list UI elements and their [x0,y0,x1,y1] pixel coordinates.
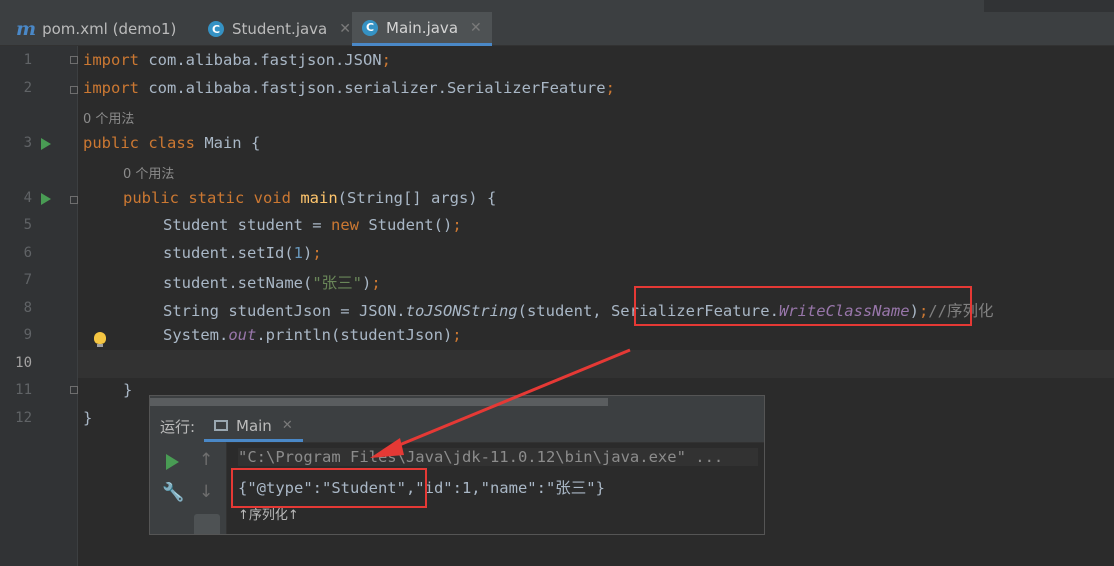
fold-icon[interactable] [70,56,78,64]
editor-tab-bar: m pom.xml (demo1) C Student.java ✕ C Mai… [0,0,1114,46]
tab-main-java[interactable]: C Main.java ✕ [352,12,492,46]
close-icon[interactable]: ✕ [470,20,482,36]
line-number: 12 [15,410,32,426]
lightbulb-icon[interactable] [94,332,106,347]
maven-icon: m [16,18,37,40]
fold-icon[interactable] [70,386,78,394]
close-icon[interactable]: ✕ [339,21,351,37]
code-line-7: student.setName("张三"); [163,274,381,292]
fold-icon[interactable] [70,196,78,204]
line-number: 11 [15,382,32,398]
usages-hint[interactable]: 0 个用法 [123,163,174,182]
code-line-6: student.setId(1); [163,244,322,262]
annotation-box-type-output [231,468,427,508]
code-line-3: public class Main { [83,134,261,152]
line-number: 8 [23,300,32,316]
horizontal-scrollbar[interactable] [150,396,764,408]
code-line-1: import com.alibaba.fastjson.JSON; [83,51,391,69]
toolbar-strip [984,0,1114,12]
run-panel-header: 运行: Main ✕ [150,408,764,443]
code-line-2: import com.alibaba.fastjson.serializer.S… [83,79,615,97]
scrollbar-thumb[interactable] [150,398,608,406]
line-number: 9 [23,327,32,343]
line-number: 3 [23,135,32,151]
current-line-highlight [78,350,1114,378]
close-icon[interactable]: ✕ [282,418,293,433]
java-class-icon: C [208,21,224,37]
line-number: 5 [23,217,32,233]
line-number: 2 [23,80,32,96]
annotation-box-serializer-feature [634,286,972,326]
run-panel: 运行: Main ✕ 🔧 ↑ ↓ "C:\Program Files\Java\… [150,396,764,534]
tab-pom-xml[interactable]: m pom.xml (demo1) [6,12,186,46]
code-line-5: Student student = new Student(); [163,216,462,234]
code-line-11: } [123,381,133,399]
tab-label: Student.java [232,20,328,38]
code-line-12: } [83,409,93,427]
run-label: 运行: [160,418,196,436]
wrench-icon[interactable]: 🔧 [162,482,184,503]
run-main-icon[interactable] [41,193,51,205]
run-tab-main[interactable]: Main ✕ [204,412,303,442]
up-arrow-icon[interactable]: ↑ [199,450,213,470]
fold-icon[interactable] [70,86,78,94]
code-line-4: public static void main(String[] args) { [123,189,497,207]
soft-wrap-icon[interactable] [194,514,220,534]
console-icon [214,420,228,431]
tab-label: Main.java [386,18,459,37]
java-class-icon: C [362,19,378,36]
line-number: 7 [23,272,32,288]
code-line-9: System.out.println(studentJson); [163,326,462,344]
run-class-icon[interactable] [41,138,51,150]
run-toolbar: 🔧 ↑ ↓ [150,442,227,534]
line-number: 1 [23,52,32,68]
line-number-current: 10 [15,355,32,371]
console-command-line: "C:\Program Files\Java\jdk-11.0.12\bin\j… [238,448,758,466]
line-number: 4 [23,190,32,206]
line-number: 6 [23,245,32,261]
run-tab-label: Main [236,416,272,435]
editor-gutter: 1 2 3 4 5 6 7 8 9 10 11 12 [0,46,78,566]
usages-hint[interactable]: 0 个用法 [83,108,134,127]
tab-label: pom.xml (demo1) [42,20,177,38]
down-arrow-icon[interactable]: ↓ [199,482,213,502]
rerun-icon[interactable] [166,454,179,470]
tab-student-java[interactable]: C Student.java ✕ [198,12,361,46]
